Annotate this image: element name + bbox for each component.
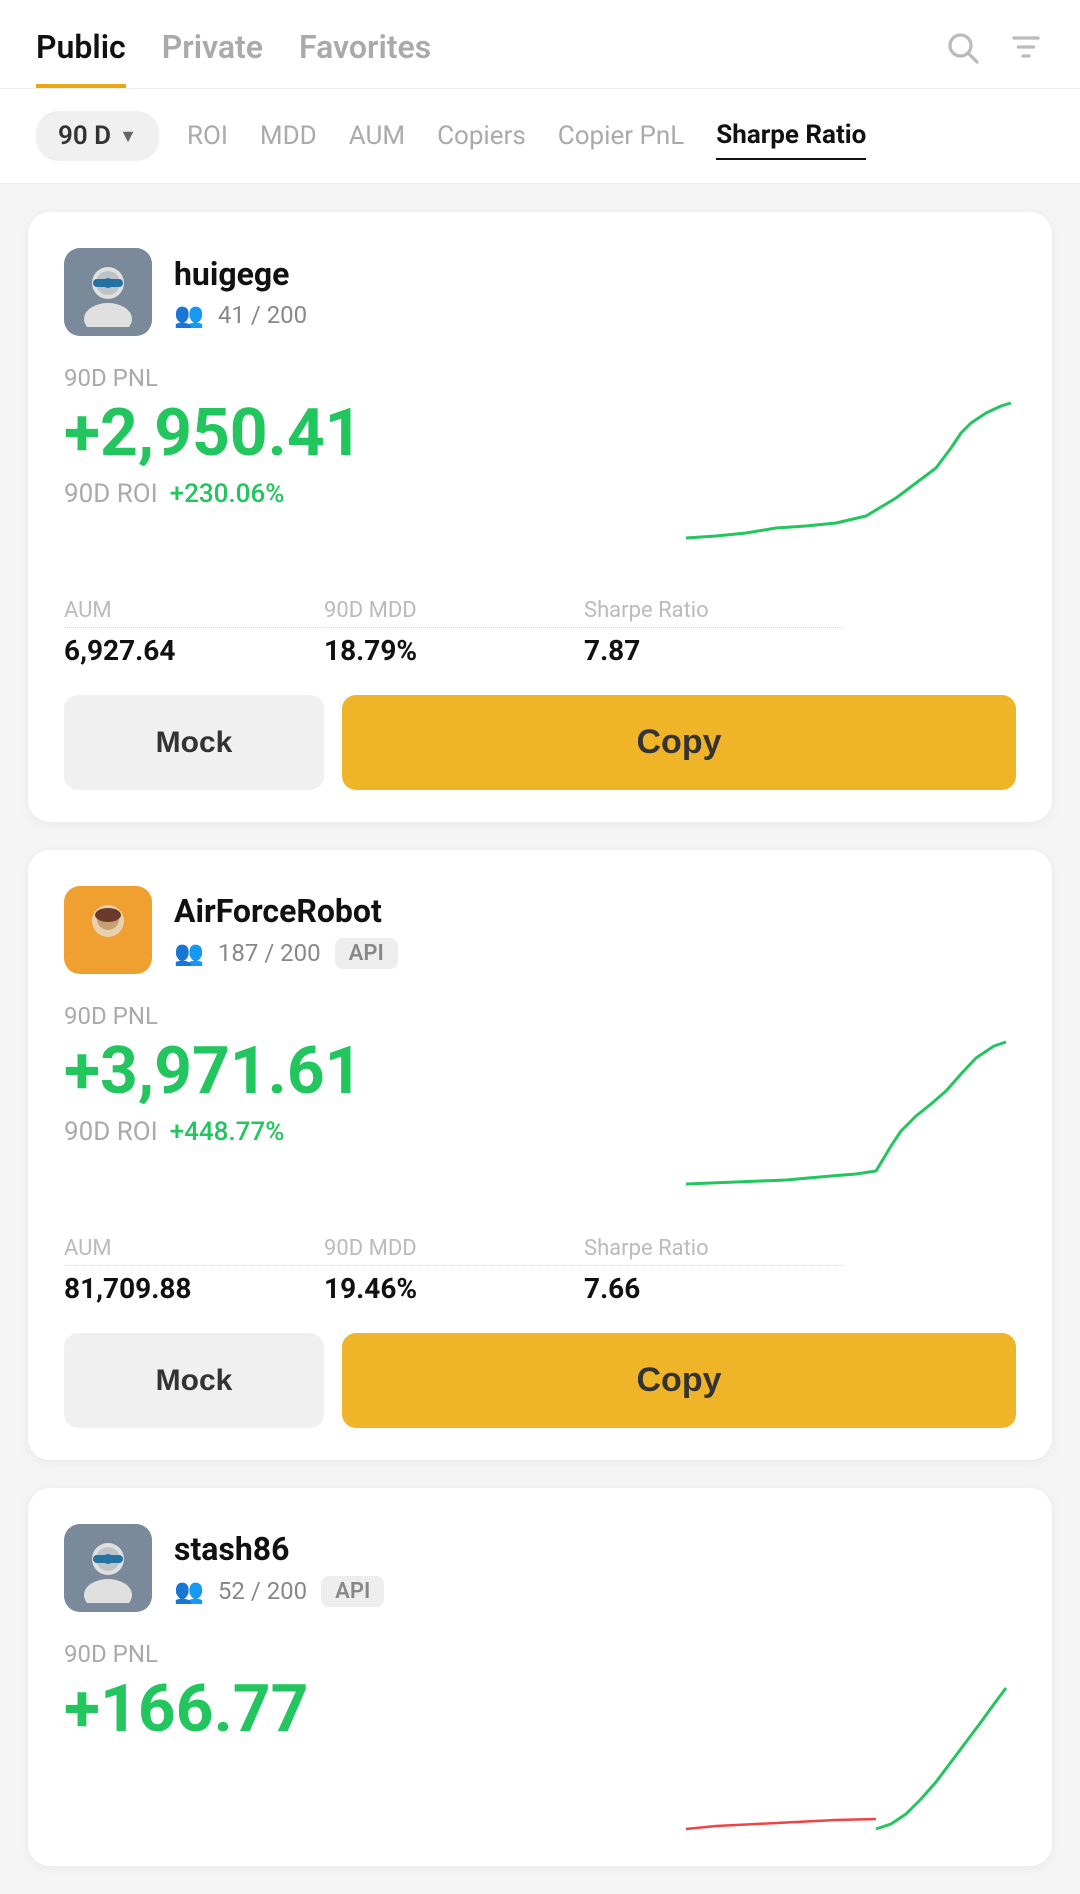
filter-button[interactable] [1008,29,1044,74]
btn-row: Mock Copy [64,1333,1016,1428]
stat-mdd: 90D MDD 18.79% [324,598,584,667]
tab-favorites[interactable]: Favorites [299,28,431,88]
card-body: +166.77 [64,1674,1016,1834]
filter-aum[interactable]: AUM [349,113,405,159]
copiers-count: 41 / 200 [218,301,307,329]
filter-roi[interactable]: ROI [187,113,228,159]
copy-button[interactable]: Copy [342,1333,1016,1428]
period-arrow-icon: ▼ [119,126,137,147]
trader-card-airforcerobot: AirForceRobot 👥 187 / 200 API 90D PNL +3… [28,850,1052,1460]
chart-huigege [676,398,1016,558]
card-meta: 👥 52 / 200 API [174,1576,1016,1607]
tab-public[interactable]: Public [36,28,126,88]
stat-sharpe: Sharpe Ratio 7.66 [584,1236,844,1305]
mock-button[interactable]: Mock [64,695,324,790]
card-body: +3,971.61 90D ROI +448.77% [64,1036,1016,1196]
card-left: +166.77 [64,1674,676,1747]
mock-button[interactable]: Mock [64,1333,324,1428]
card-left: +2,950.41 90D ROI +230.06% [64,398,676,509]
stat-sharpe-value: 7.66 [584,1272,844,1305]
api-badge: API [335,938,398,969]
filter-copier-pnl[interactable]: Copier PnL [558,113,684,159]
header: Public Private Favorites [0,0,1080,89]
card-info: huigege 👥 41 / 200 [174,255,1016,329]
avatar [64,1524,152,1612]
people-icon: 👥 [174,939,204,967]
card-left: +3,971.61 90D ROI +448.77% [64,1036,676,1147]
avatar [64,248,152,336]
card-meta: 👥 187 / 200 API [174,938,1016,969]
stat-aum: AUM 81,709.88 [64,1236,324,1305]
header-actions [944,29,1044,88]
card-header: AirForceRobot 👥 187 / 200 API [64,886,1016,974]
api-badge: API [321,1576,384,1607]
stat-sharpe-label: Sharpe Ratio [584,1236,844,1266]
copiers-count: 187 / 200 [218,939,321,967]
trader-name: stash86 [174,1530,1016,1568]
stat-mdd-value: 18.79% [324,634,584,667]
card-body: +2,950.41 90D ROI +230.06% [64,398,1016,558]
search-button[interactable] [944,29,980,74]
pnl-label: 90D PNL [64,364,1016,392]
roi-value: +230.06% [170,479,285,509]
avatar [64,886,152,974]
trader-name: huigege [174,255,1016,293]
stat-aum-label: AUM [64,598,324,628]
stat-aum-label: AUM [64,1236,324,1266]
roi-label: 90D ROI [64,1117,158,1147]
stat-sharpe-value: 7.87 [584,634,844,667]
card-info: AirForceRobot 👥 187 / 200 API [174,892,1016,969]
card-meta: 👥 41 / 200 [174,301,1016,329]
filter-bar: 90 D ▼ ROI MDD AUM Copiers Copier PnL Sh… [0,89,1080,184]
card-info: stash86 👥 52 / 200 API [174,1530,1016,1607]
stat-mdd-label: 90D MDD [324,1236,584,1266]
stat-mdd-value: 19.46% [324,1272,584,1305]
pnl-label: 90D PNL [64,1002,1016,1030]
stat-aum-value: 81,709.88 [64,1272,324,1305]
stat-aum-value: 6,927.64 [64,634,324,667]
tab-private[interactable]: Private [162,28,263,88]
card-header: huigege 👥 41 / 200 [64,248,1016,336]
stats-row: AUM 81,709.88 90D MDD 19.46% Sharpe Rati… [64,1220,1016,1305]
filter-sharpe[interactable]: Sharpe Ratio [716,112,866,160]
card-header: stash86 👥 52 / 200 API [64,1524,1016,1612]
stats-row: AUM 6,927.64 90D MDD 18.79% Sharpe Ratio… [64,582,1016,667]
trader-card-huigege: huigege 👥 41 / 200 90D PNL +2,950.41 90D… [28,212,1052,822]
period-selector[interactable]: 90 D ▼ [36,111,159,161]
pnl-value: +3,971.61 [64,1036,676,1109]
pnl-label: 90D PNL [64,1640,1016,1668]
chart-stash86 [676,1674,1016,1834]
pnl-value: +2,950.41 [64,398,676,471]
stat-mdd-label: 90D MDD [324,598,584,628]
people-icon: 👥 [174,301,204,329]
trader-card-stash86: stash86 👥 52 / 200 API 90D PNL +166.77 [28,1488,1052,1866]
cards-container: huigege 👥 41 / 200 90D PNL +2,950.41 90D… [0,184,1080,1894]
stat-mdd: 90D MDD 19.46% [324,1236,584,1305]
people-icon: 👥 [174,1577,204,1605]
copy-button[interactable]: Copy [342,695,1016,790]
roi-label: 90D ROI [64,479,158,509]
filter-mdd[interactable]: MDD [260,113,317,159]
header-tabs: Public Private Favorites [36,28,431,88]
chart-airforcerobot [676,1036,1016,1196]
pnl-value: +166.77 [64,1674,676,1747]
btn-row: Mock Copy [64,695,1016,790]
stat-aum: AUM 6,927.64 [64,598,324,667]
copiers-count: 52 / 200 [218,1577,307,1605]
stat-sharpe: Sharpe Ratio 7.87 [584,598,844,667]
trader-name: AirForceRobot [174,892,1016,930]
filter-copiers[interactable]: Copiers [437,113,526,159]
stat-sharpe-label: Sharpe Ratio [584,598,844,628]
roi-value: +448.77% [170,1117,285,1147]
